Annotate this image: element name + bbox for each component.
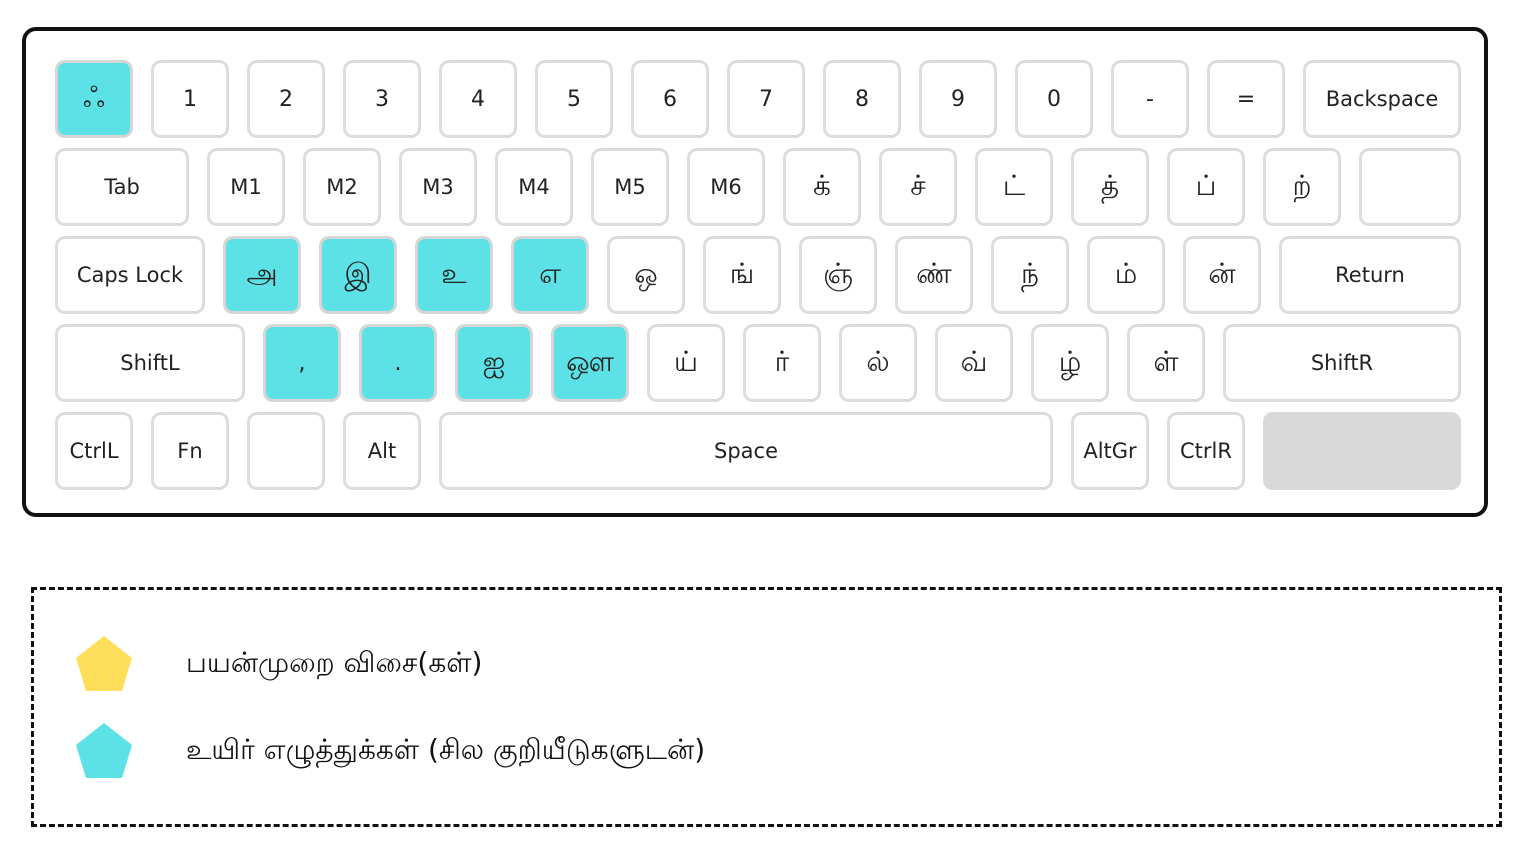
legend-label-usage-key: பயன்முறை விசை(கள்) [186, 646, 483, 679]
legend-box: பயன்முறை விசை(கள்) உயிர் எழுத்துக்கள் (ச… [31, 587, 1502, 827]
key-na[interactable]: ந் [991, 236, 1069, 314]
key-i[interactable]: இ [319, 236, 397, 314]
key-nya[interactable]: ஞ் [799, 236, 877, 314]
key-ya[interactable]: ய் [647, 324, 725, 402]
key-pa[interactable]: ப் [1167, 148, 1245, 226]
key-1[interactable]: 1 [151, 60, 229, 138]
key-va[interactable]: வ் [935, 324, 1013, 402]
key-ta[interactable]: த் [1071, 148, 1149, 226]
key-minus[interactable]: - [1111, 60, 1189, 138]
key-fn[interactable]: Fn [151, 412, 229, 490]
key-equals[interactable]: = [1207, 60, 1285, 138]
key-la[interactable]: ல் [839, 324, 917, 402]
key-m4[interactable]: M4 [495, 148, 573, 226]
key-ctrl-left[interactable]: CtrlL [55, 412, 133, 490]
key-a[interactable]: அ [223, 236, 301, 314]
key-tta[interactable]: ட் [975, 148, 1053, 226]
key-return[interactable]: Return [1279, 236, 1461, 314]
key-7[interactable]: 7 [727, 60, 805, 138]
key-caps-lock[interactable]: Caps Lock [55, 236, 205, 314]
key-nga[interactable]: ங் [703, 236, 781, 314]
key-blank-row2[interactable] [1359, 148, 1461, 226]
key-m2[interactable]: M2 [303, 148, 381, 226]
key-zha[interactable]: ழ் [1031, 324, 1109, 402]
key-space[interactable]: Space [439, 412, 1053, 490]
key-3[interactable]: 3 [343, 60, 421, 138]
key-6[interactable]: 6 [631, 60, 709, 138]
key-0[interactable]: 0 [1015, 60, 1093, 138]
key-tab[interactable]: Tab [55, 148, 189, 226]
key-ra[interactable]: ர் [743, 324, 821, 402]
key-nna[interactable]: ண் [895, 236, 973, 314]
key-period[interactable]: . [359, 324, 437, 402]
key-ctrl-right[interactable]: CtrlR [1167, 412, 1245, 490]
pentagon-icon [76, 636, 132, 691]
key-9[interactable]: 9 [919, 60, 997, 138]
key-shift-left[interactable]: ShiftL [55, 324, 245, 402]
key-m5[interactable]: M5 [591, 148, 669, 226]
key-aytham[interactable]: ஃ [55, 60, 133, 138]
key-u[interactable]: உ [415, 236, 493, 314]
key-ka[interactable]: க் [783, 148, 861, 226]
key-lla[interactable]: ள் [1127, 324, 1205, 402]
key-altgr[interactable]: AltGr [1071, 412, 1149, 490]
key-5[interactable]: 5 [535, 60, 613, 138]
key-8[interactable]: 8 [823, 60, 901, 138]
key-alt[interactable]: Alt [343, 412, 421, 490]
key-ca[interactable]: ச் [879, 148, 957, 226]
keyboard-layout: ஃ 1 2 3 4 5 6 7 8 9 0 - = Backspace Tab … [22, 27, 1488, 517]
key-comma[interactable]: , [263, 324, 341, 402]
key-ma[interactable]: ம் [1087, 236, 1165, 314]
legend-label-vowels: உயிர் எழுத்துக்கள் (சில குறியீடுகளுடன்) [186, 733, 706, 766]
key-nnna[interactable]: ன் [1183, 236, 1261, 314]
key-au[interactable]: ஔ [551, 324, 629, 402]
key-e[interactable]: எ [511, 236, 589, 314]
key-backspace[interactable]: Backspace [1303, 60, 1461, 138]
key-4[interactable]: 4 [439, 60, 517, 138]
key-m1[interactable]: M1 [207, 148, 285, 226]
key-m6[interactable]: M6 [687, 148, 765, 226]
key-blank-grey[interactable] [1263, 412, 1461, 490]
key-o[interactable]: ஒ [607, 236, 685, 314]
legend-item-vowels [74, 721, 134, 781]
key-rra[interactable]: ற் [1263, 148, 1341, 226]
pentagon-icon [76, 723, 132, 778]
key-2[interactable]: 2 [247, 60, 325, 138]
legend-item-usage-key [74, 634, 134, 694]
key-shift-right[interactable]: ShiftR [1223, 324, 1461, 402]
key-blank-row5[interactable] [247, 412, 325, 490]
key-ai[interactable]: ஐ [455, 324, 533, 402]
key-m3[interactable]: M3 [399, 148, 477, 226]
